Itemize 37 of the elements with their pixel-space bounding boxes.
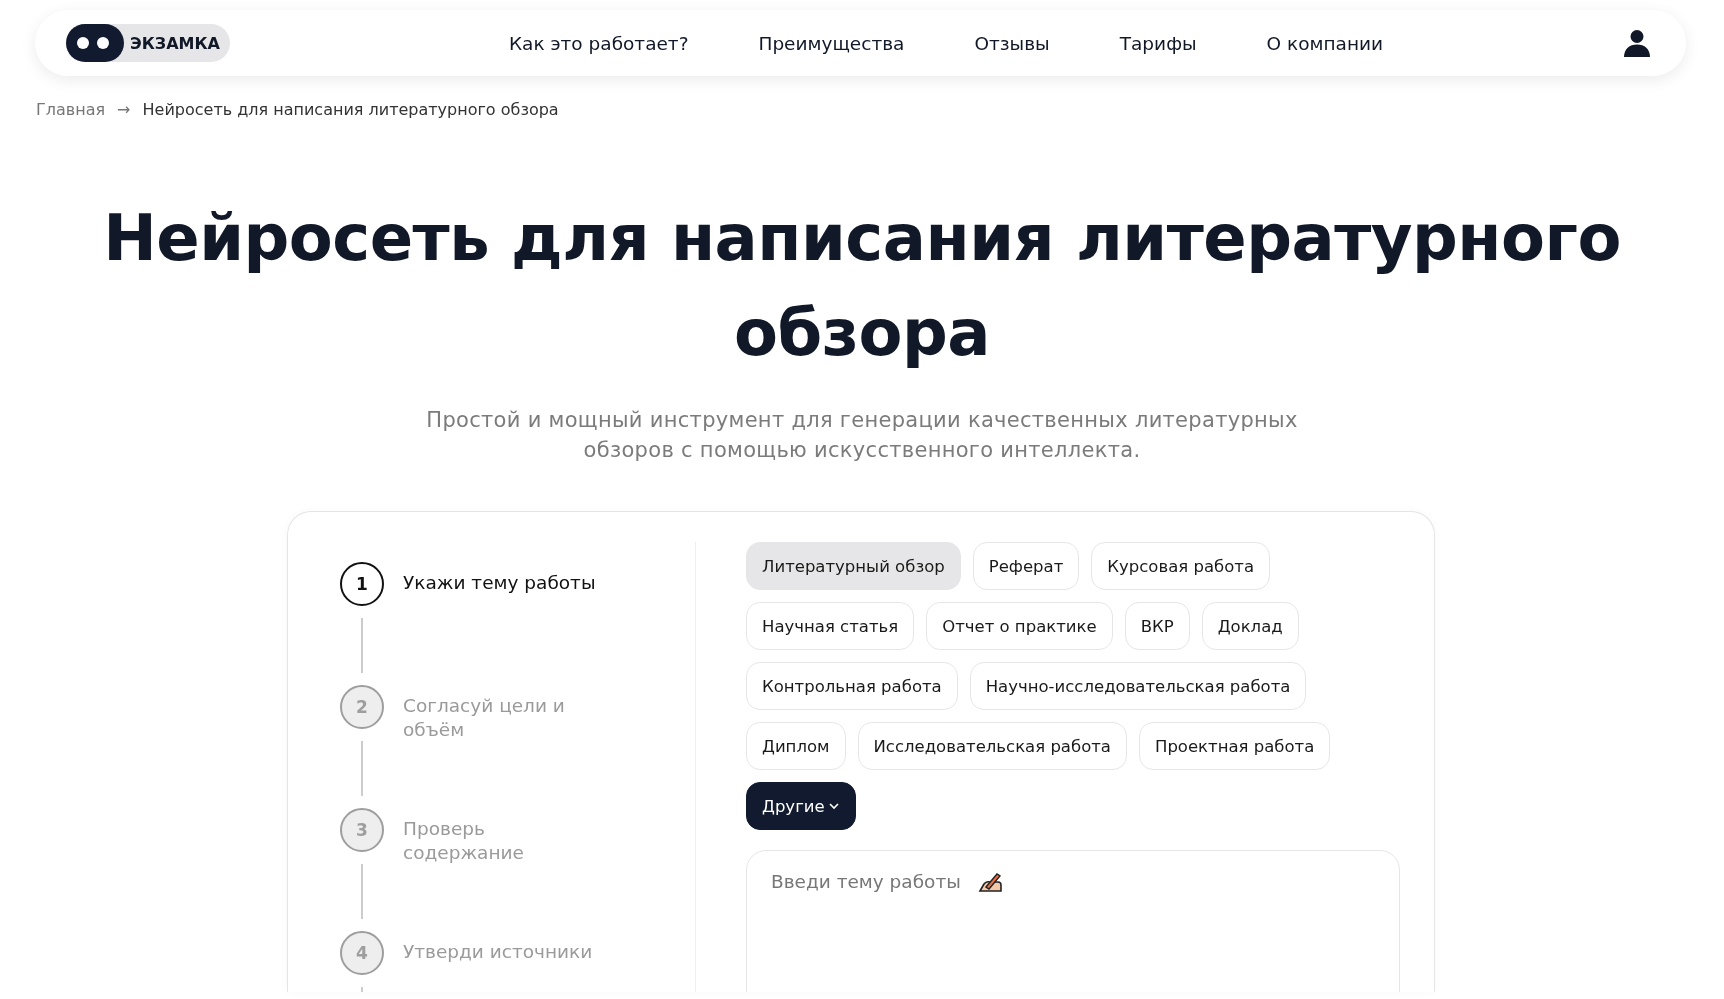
step-label: Согласуй цели и объём xyxy=(403,694,566,742)
step-label: Проверь содержание xyxy=(403,817,525,865)
step-number: 3 xyxy=(340,808,384,852)
breadcrumb-link[interactable]: Главная xyxy=(36,100,106,119)
work-type-chip[interactable]: Научно-исследовательская работа xyxy=(969,662,1307,710)
step-number: 2 xyxy=(340,685,384,729)
step-number: 4 xyxy=(340,931,384,975)
logo[interactable]: ЭКЗАМКА xyxy=(66,24,230,62)
topic-field[interactable]: Введи тему работы xyxy=(746,850,1400,992)
nav-link[interactable]: Тарифы xyxy=(1119,32,1197,54)
work-type-chip[interactable]: Реферат xyxy=(972,542,1080,590)
caret-icon xyxy=(827,802,840,810)
page-title: Нейросеть для написания литературного обзора xyxy=(102,200,1622,372)
work-type-chip[interactable]: Литературный обзор xyxy=(746,542,961,590)
step-label: Утверди источники xyxy=(403,940,593,964)
work-type-chip[interactable]: Отчет о практике xyxy=(926,602,1113,650)
nav-link[interactable]: Отзывы xyxy=(974,32,1050,54)
step-number: 1 xyxy=(340,562,384,606)
writing-hand-icon xyxy=(978,871,1002,893)
breadcrumb-separator: → xyxy=(117,100,131,119)
work-type-chip[interactable]: Проектная работа xyxy=(1138,722,1331,770)
user-icon[interactable] xyxy=(1622,28,1652,58)
work-type-chip[interactable]: Научная статья xyxy=(746,602,915,650)
more-dropdown[interactable]: Другие xyxy=(746,782,856,830)
work-type-chip[interactable]: Контрольная работа xyxy=(746,662,958,710)
logo-eyes-icon xyxy=(66,24,124,62)
nav-link[interactable]: Преимущества xyxy=(758,32,905,54)
work-type-chip[interactable]: Диплом xyxy=(746,722,846,770)
nav-link[interactable]: О компании xyxy=(1266,32,1384,54)
work-type-chip[interactable]: ВКР xyxy=(1124,602,1190,650)
work-type-chip[interactable]: Доклад xyxy=(1201,602,1299,650)
step-label: Укажи тему работы xyxy=(403,571,596,595)
breadcrumb-current: Нейросеть для написания литературного обзора xyxy=(142,100,559,119)
page-subtitle: Простой и мощный инструмент для генерации качественных литературных обзоров с помощью искусственного интеллекта. xyxy=(425,407,1299,464)
work-type-chip[interactable]: Курсовая работа xyxy=(1091,542,1270,590)
work-type-chip[interactable]: Исследовательская работа xyxy=(857,722,1127,770)
nav-link[interactable]: Как это работает? xyxy=(508,32,689,54)
